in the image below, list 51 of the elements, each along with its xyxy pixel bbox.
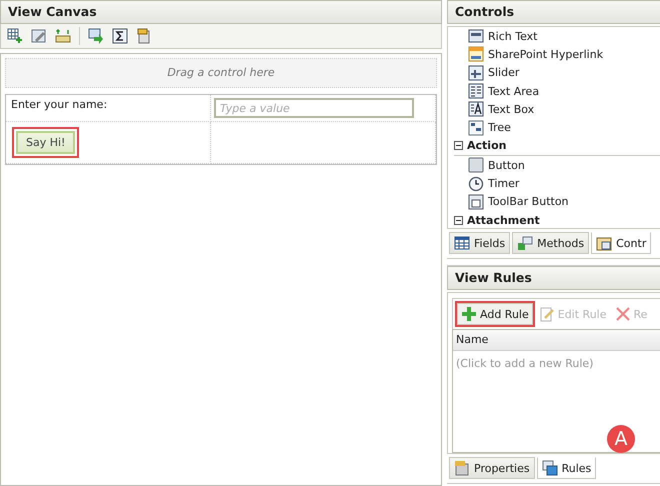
control-icon — [468, 64, 484, 81]
panel-tab[interactable]: Rules — [536, 457, 596, 479]
grid-icon — [454, 235, 470, 251]
close-icon — [614, 306, 630, 322]
control-icon — [468, 28, 484, 44]
collapse-icon[interactable] — [454, 141, 463, 150]
panel-title: View Rules — [447, 266, 660, 290]
toolbar-button[interactable]: Add Rule — [455, 301, 535, 327]
panel-tab[interactable]: Properties — [449, 457, 535, 479]
control-icon — [468, 46, 484, 62]
control-item[interactable]: Timer — [454, 174, 660, 193]
control-icon — [468, 176, 484, 192]
control-icon — [468, 194, 484, 210]
panel-tab[interactable]: Fields — [449, 232, 510, 254]
say-hi-button[interactable]: Say Hi! — [12, 127, 80, 158]
category-header[interactable]: Attachment — [454, 210, 660, 228]
control-item[interactable]: Rich Text — [454, 27, 660, 46]
name-input[interactable]: Type a value — [214, 98, 414, 118]
control-item[interactable]: Text Area — [454, 82, 660, 100]
control-item[interactable]: Button — [454, 156, 660, 174]
plus-icon — [461, 306, 477, 322]
panel-tab[interactable]: Contr — [591, 232, 652, 254]
sigma-icon — [112, 28, 128, 44]
callout-badge: A — [607, 425, 635, 453]
control-icon — [468, 157, 484, 174]
control-icon — [468, 101, 484, 118]
folder-grid-icon — [596, 235, 612, 251]
blocks-icon — [517, 235, 534, 251]
panel-tab[interactable]: Methods — [512, 232, 590, 254]
edit-icon — [538, 306, 555, 322]
control-icon — [468, 83, 484, 100]
stack-arrows-icon — [55, 28, 71, 44]
monitor-arrow-icon — [88, 28, 104, 44]
stack-icon — [542, 460, 558, 476]
clipboard-icon — [136, 28, 152, 44]
collapse-icon[interactable] — [454, 216, 463, 225]
field-label: Enter your name: — [10, 97, 108, 113]
column-header[interactable]: Name — [453, 330, 660, 351]
control-icon — [468, 120, 484, 136]
properties-icon — [454, 460, 470, 476]
drop-zone: Drag a control here — [5, 58, 437, 88]
grid-add-icon — [7, 28, 23, 44]
control-item[interactable]: Text Box — [454, 100, 660, 118]
control-item[interactable]: Slider — [454, 64, 660, 82]
control-item[interactable]: ToolBar Button — [454, 192, 660, 211]
category-header[interactable]: Action — [454, 136, 660, 156]
control-item[interactable]: Tree — [454, 118, 660, 137]
panel-title: View Canvas — [0, 0, 442, 24]
pencil-form-icon — [31, 28, 47, 44]
control-item[interactable]: SharePoint Hyperlink — [454, 45, 660, 64]
panel-title: Controls — [447, 0, 660, 24]
